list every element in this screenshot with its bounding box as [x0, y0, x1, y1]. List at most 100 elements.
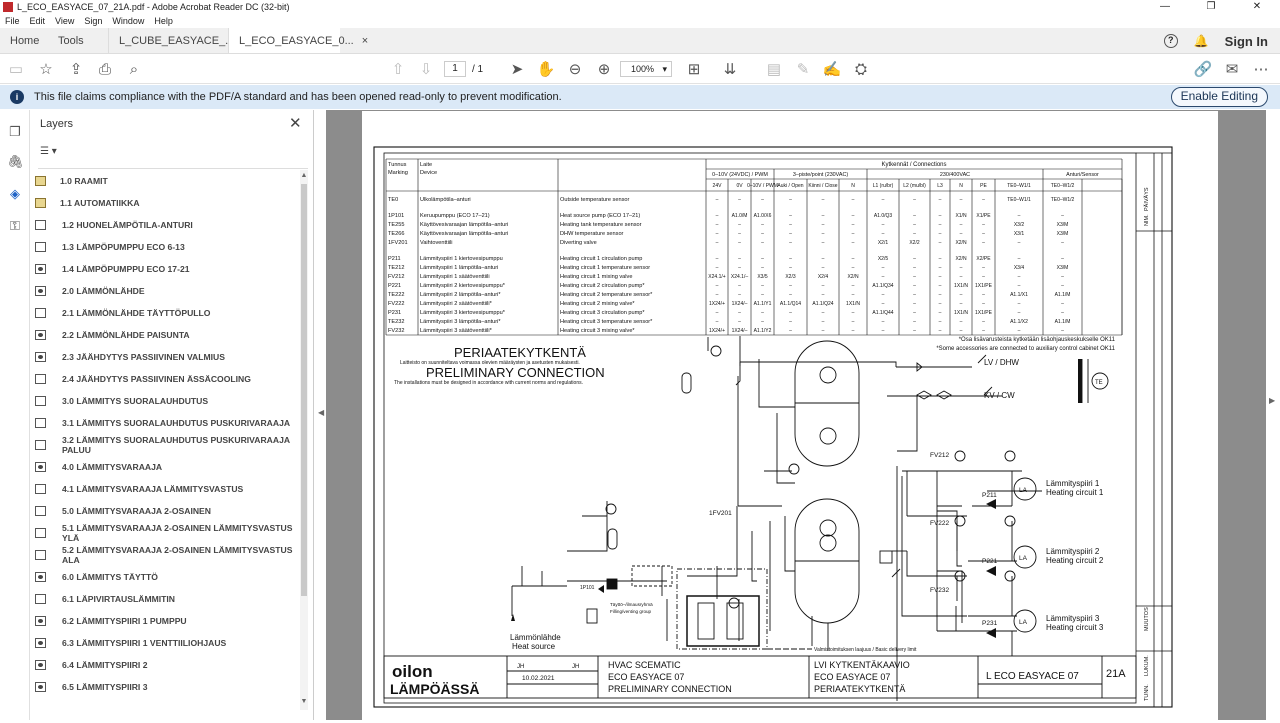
scroll-down-icon[interactable]: ▼: [300, 698, 308, 705]
layer-visibility-icon[interactable]: [35, 660, 46, 670]
enable-editing-button[interactable]: Enable Editing: [1170, 87, 1268, 107]
layer-visibility-icon[interactable]: [35, 396, 46, 406]
layer-visibility-icon[interactable]: [35, 638, 46, 648]
find-zoom-icon[interactable]: ⌕: [124, 59, 144, 79]
document-scrollbar[interactable]: ▶: [1266, 110, 1280, 720]
layers-scroll-thumb[interactable]: [301, 184, 307, 596]
layer-item[interactable]: 2.4 JÄÄHDYTYS PASSIIVINEN ÄSSÄCOOLING: [30, 368, 302, 390]
tab-tools[interactable]: Tools: [48, 28, 108, 53]
bookmark-star-icon[interactable]: ☆: [36, 59, 56, 79]
fit-page-icon[interactable]: ⊞: [684, 59, 704, 79]
accessibility-tags-icon[interactable]: ⚿: [7, 218, 23, 234]
share-link-icon[interactable]: 🔗: [1193, 59, 1213, 79]
print-icon[interactable]: ⎙: [95, 59, 115, 79]
layer-visibility-icon[interactable]: [35, 484, 46, 494]
menu-help[interactable]: Help: [149, 16, 178, 26]
layer-item[interactable]: 2.0 LÄMMÖNLÄHDE: [30, 280, 302, 302]
layer-visibility-icon[interactable]: [35, 682, 46, 692]
layer-item[interactable]: 2.2 LÄMMÖNLÄHDE PAISUNTA: [30, 324, 302, 346]
next-page-icon[interactable]: ⇩: [416, 59, 436, 79]
table-cell-connection: –: [939, 319, 942, 325]
sign-in-link[interactable]: Sign In: [1225, 34, 1268, 49]
comment-icon[interactable]: ▤: [764, 59, 784, 79]
menu-window[interactable]: Window: [107, 16, 149, 26]
menu-view[interactable]: View: [50, 16, 79, 26]
close-panel-icon[interactable]: ✕: [289, 114, 302, 132]
layers-options-icon[interactable]: ☰ ▾: [40, 146, 57, 157]
email-icon[interactable]: ✉: [1222, 59, 1242, 79]
layer-visibility-icon[interactable]: [35, 462, 46, 472]
zoom-select[interactable]: 100% ▾: [620, 61, 672, 77]
layer-visibility-icon[interactable]: [35, 594, 46, 604]
minimize-button[interactable]: —: [1142, 0, 1188, 14]
layer-item[interactable]: 6.3 LÄMMITYSPIIRI 1 VENTTIILIOHJAUS: [30, 632, 302, 654]
select-cursor-icon[interactable]: ➤: [507, 59, 527, 79]
attachments-icon[interactable]: 🖇: [7, 154, 24, 170]
layer-item[interactable]: 3.1 LÄMMITYS SUORALAUHDUTUS PUSKURIVARAA…: [30, 412, 302, 434]
upload-cloud-icon[interactable]: ⇪: [66, 59, 86, 79]
menu-file[interactable]: File: [0, 16, 25, 26]
layer-item[interactable]: 5.1 LÄMMITYSVARAAJA 2-OSAINEN LÄMMITYSVA…: [30, 522, 302, 544]
hand-tool-icon[interactable]: ✋: [536, 59, 556, 79]
layer-item[interactable]: 1.1 AUTOMATIIKKA: [30, 192, 302, 214]
close-window-button[interactable]: ✕: [1234, 0, 1280, 14]
layer-item[interactable]: 2.3 JÄÄHDYTYS PASSIIVINEN VALMIUS: [30, 346, 302, 368]
layer-item[interactable]: 1.4 LÄMPÖPUMPPU ECO 17-21: [30, 258, 302, 280]
layer-item[interactable]: 3.2 LÄMMITYS SUORALAUHDUTUS PUSKURIVARAA…: [30, 434, 302, 456]
layer-visibility-icon[interactable]: [35, 572, 46, 582]
page-thumbnails-icon[interactable]: ❐: [7, 124, 23, 140]
layer-item[interactable]: 4.0 LÄMMITYSVARAAJA: [30, 456, 302, 478]
layers-icon[interactable]: ◈: [7, 186, 23, 202]
menu-edit[interactable]: Edit: [25, 16, 51, 26]
layer-item[interactable]: 5.2 LÄMMITYSVARAAJA 2-OSAINEN LÄMMITYSVA…: [30, 544, 302, 566]
layer-visibility-icon[interactable]: [35, 308, 46, 318]
page-number-input[interactable]: 1: [444, 61, 466, 77]
previous-page-icon[interactable]: ⇧: [388, 59, 408, 79]
help-icon[interactable]: ?: [1163, 34, 1178, 48]
layer-visibility-icon[interactable]: [35, 506, 46, 516]
more-tools-icon[interactable]: ⛭: [851, 59, 871, 79]
restore-button[interactable]: ❐: [1188, 0, 1234, 14]
menu-sign[interactable]: Sign: [79, 16, 107, 26]
layer-visibility-icon[interactable]: [35, 286, 46, 296]
layer-item[interactable]: 3.0 LÄMMITYS SUORALAUHDUTUS: [30, 390, 302, 412]
layer-item[interactable]: 6.4 LÄMMITYSPIIRI 2: [30, 654, 302, 676]
notifications-bell-icon[interactable]: 🔔: [1194, 34, 1209, 48]
scroll-mode-icon[interactable]: ⇊: [720, 59, 740, 79]
more-options-icon[interactable]: ⋯: [1251, 59, 1271, 79]
layers-scrollbar[interactable]: ▲ ▼: [300, 170, 308, 710]
layer-visibility-icon[interactable]: [35, 528, 46, 538]
layer-item[interactable]: 6.0 LÄMMITYS TÄYTTÖ: [30, 566, 302, 588]
layer-item[interactable]: 1.3 LÄMPÖPUMPPU ECO 6-13: [30, 236, 302, 258]
expand-right-panel-icon[interactable]: ▶: [1269, 396, 1275, 405]
layer-visibility-icon[interactable]: [35, 220, 46, 230]
layer-item[interactable]: 1.0 RAAMIT: [30, 170, 302, 192]
layer-item[interactable]: 6.1 LÄPIVIRTAUSLÄMMITIN: [30, 588, 302, 610]
zoom-out-icon[interactable]: ⊖: [565, 59, 585, 79]
tab-document-1[interactable]: L_CUBE_EASYACE_...: [108, 28, 234, 53]
layer-item[interactable]: 6.5 LÄMMITYSPIIRI 3: [30, 676, 302, 698]
layer-visibility-icon[interactable]: [35, 264, 46, 274]
close-tab-icon[interactable]: ×: [362, 35, 368, 47]
layer-visibility-icon[interactable]: [35, 440, 46, 450]
layer-item[interactable]: 5.0 LÄMMITYSVARAAJA 2-OSAINEN: [30, 500, 302, 522]
save-icon[interactable]: ▭: [6, 59, 26, 79]
highlight-pen-icon[interactable]: ✎: [793, 59, 813, 79]
layer-visibility-icon[interactable]: [35, 616, 46, 626]
layer-visibility-icon[interactable]: [35, 550, 46, 560]
scroll-up-icon[interactable]: ▲: [300, 172, 308, 179]
layer-visibility-icon[interactable]: [35, 242, 46, 252]
zoom-in-icon[interactable]: ⊕: [594, 59, 614, 79]
layer-visibility-icon[interactable]: [35, 352, 46, 362]
sign-pen-icon[interactable]: ✍: [822, 59, 842, 79]
collapse-panel-icon[interactable]: ◀: [318, 408, 324, 417]
layer-item[interactable]: 2.1 LÄMMÖNLÄHDE TÄYTTÖPULLO: [30, 302, 302, 324]
layer-item[interactable]: 6.2 LÄMMITYSPIIRI 1 PUMPPU: [30, 610, 302, 632]
layer-visibility-icon[interactable]: [35, 418, 46, 428]
layer-visibility-icon[interactable]: [35, 374, 46, 384]
layer-item[interactable]: 4.1 LÄMMITYSVARAAJA LÄMMITYSVASTUS: [30, 478, 302, 500]
layer-item[interactable]: 1.2 HUONELÄMPÖTILA-ANTURI: [30, 214, 302, 236]
layer-visibility-icon[interactable]: [35, 330, 46, 340]
tab-home[interactable]: Home: [0, 28, 48, 53]
tab-document-2[interactable]: L_ECO_EASYACE_0... ×: [228, 28, 368, 53]
